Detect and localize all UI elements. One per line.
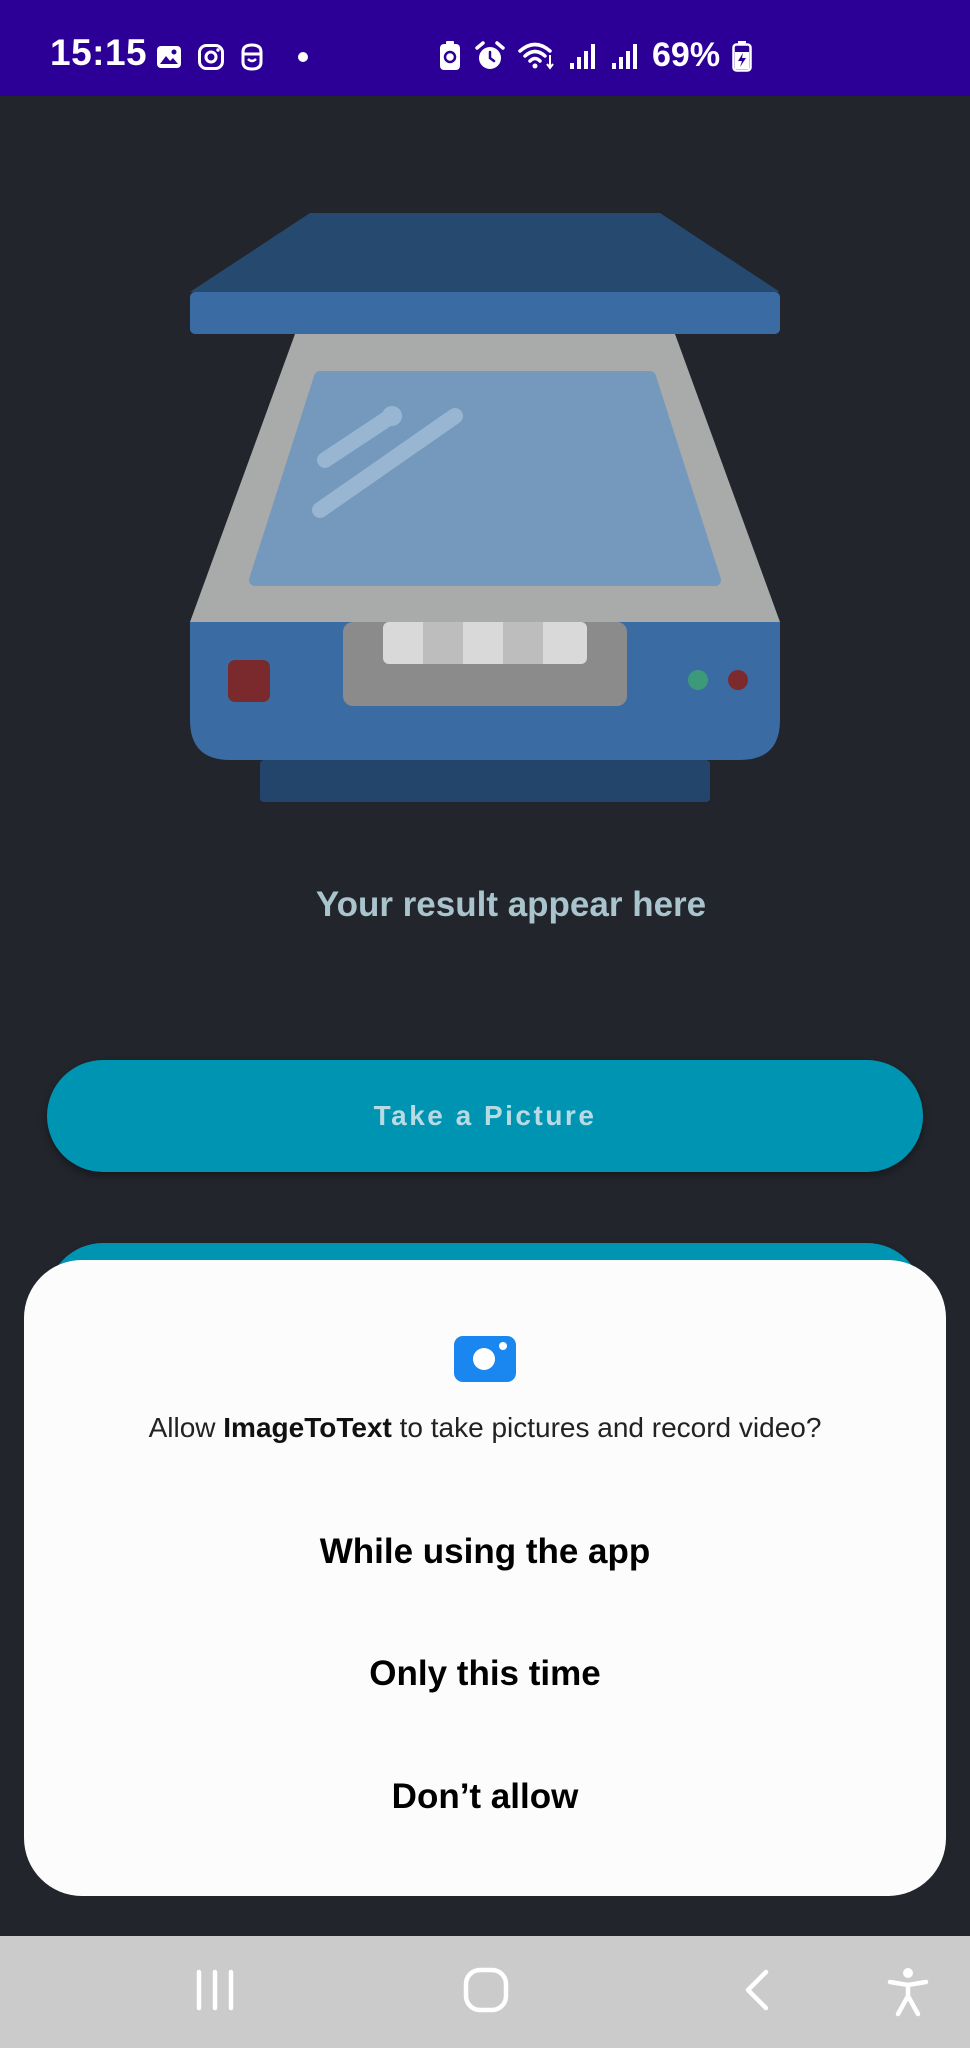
notification-app-icon xyxy=(241,43,263,71)
navigation-bar xyxy=(0,1936,970,2048)
wifi-icon xyxy=(518,42,554,70)
permission-message: Allow ImageToText to take pictures and r… xyxy=(148,1412,822,1443)
alarm-icon xyxy=(475,40,505,69)
battery-saver-icon xyxy=(440,40,460,70)
accessibility-icon[interactable] xyxy=(886,1966,930,2018)
status-notification-icons xyxy=(155,42,313,72)
take-picture-button[interactable]: Take a Picture xyxy=(47,1060,923,1172)
status-bar: 15:15 69% xyxy=(0,0,970,96)
back-icon[interactable] xyxy=(740,1966,774,2014)
camera-icon xyxy=(454,1336,516,1382)
status-time: 15:15 xyxy=(50,32,148,73)
instagram-icon xyxy=(198,44,224,70)
dont-allow-button[interactable]: Don’t allow xyxy=(24,1777,946,1817)
while-using-app-button[interactable]: While using the app xyxy=(24,1532,946,1572)
only-this-time-button[interactable]: Only this time xyxy=(24,1654,946,1694)
recent-apps-icon[interactable] xyxy=(193,1966,237,2014)
dot-icon xyxy=(298,52,308,62)
battery-icon xyxy=(732,40,752,72)
home-icon[interactable] xyxy=(462,1966,510,2014)
battery-percent: 69% xyxy=(652,36,721,74)
app-name: ImageToText xyxy=(223,1412,392,1443)
signal-icon xyxy=(570,43,595,69)
permission-dialog: Allow ImageToText to take pictures and r… xyxy=(24,1260,946,1896)
signal-icon xyxy=(612,43,637,69)
gallery-icon xyxy=(157,46,181,68)
result-placeholder: Your result appear here xyxy=(315,885,707,924)
status-system-icons: 69% xyxy=(438,36,752,75)
scanner-icon xyxy=(190,213,780,802)
